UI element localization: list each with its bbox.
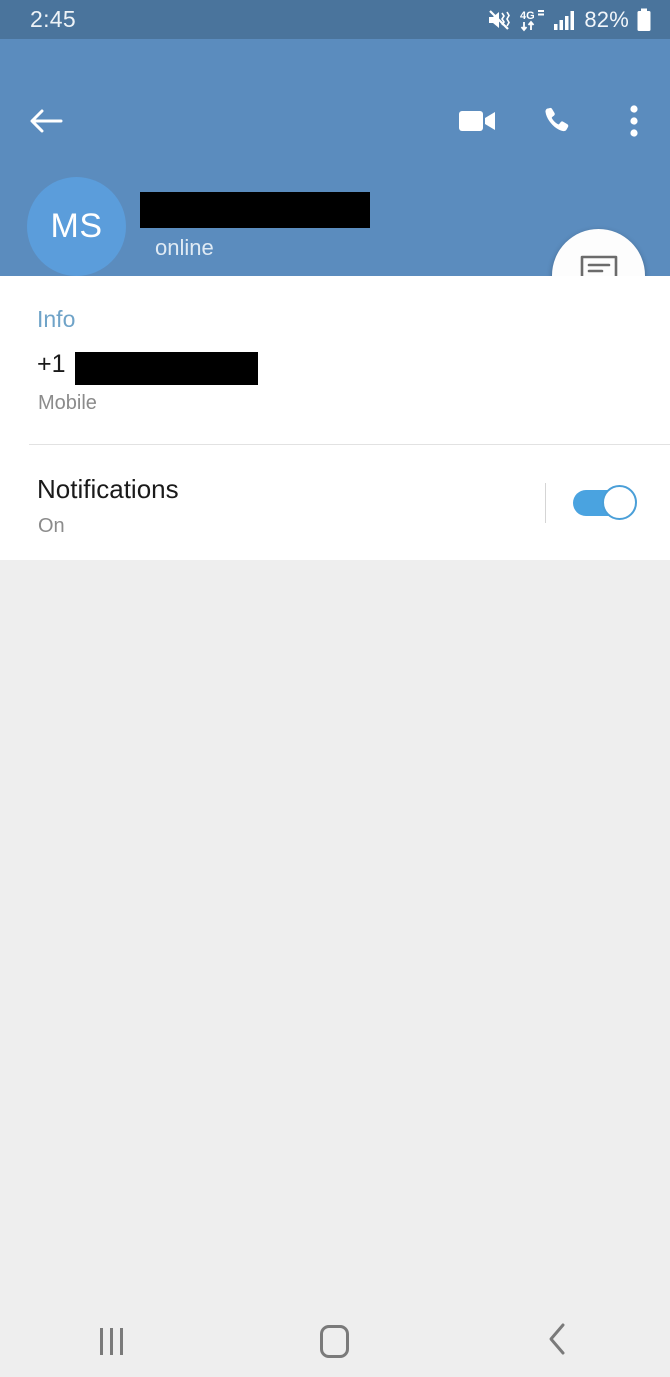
recents-icon [100,1327,124,1355]
mute-icon [487,9,513,31]
chevron-left-icon [546,1322,570,1361]
back-arrow-icon [29,106,63,141]
notifications-title: Notifications [37,474,179,504]
home-icon [320,1324,350,1358]
phone-screen: 2:45 4G 82% MS online Info +1 Mobile Not… [0,0,670,1377]
phone-country-prefix: +1 [37,350,66,378]
video-camera-icon [459,108,497,139]
info-card: Info +1 Mobile Notifications On [0,276,670,560]
status-bar-clock: 2:45 [30,6,76,32]
info-section-title: Info [37,306,76,332]
signal-bars-icon [553,9,577,31]
phone-handset-icon [541,106,571,141]
app-bar [0,39,670,137]
recents-button[interactable] [67,1311,157,1371]
home-button[interactable] [290,1311,380,1371]
contact-name-redaction [140,192,370,228]
phone-number-type-label: Mobile [38,392,97,414]
phone-number-redaction [75,352,258,385]
battery-icon [636,8,652,32]
notifications-state-label: On [38,515,65,537]
notifications-toggle[interactable] [573,485,637,521]
toggle-thumb [602,485,637,520]
4g-lte-data-icon: 4G [520,8,546,32]
android-nav-bar [0,1305,670,1377]
svg-text:4G: 4G [520,10,535,22]
avatar[interactable]: MS [27,177,126,276]
notifications-vertical-divider [545,483,546,523]
avatar-initials: MS [50,207,103,245]
phone-number-row[interactable]: +1 Mobile [0,338,670,432]
three-dot-menu-icon [629,104,639,143]
back-nav-button[interactable] [513,1311,603,1371]
presence-status-label: online [155,235,214,260]
battery-percent-label: 82% [584,6,629,32]
status-bar-indicators: 4G 82% [487,7,652,33]
status-bar: 2:45 4G 82% [0,0,670,39]
notifications-row[interactable]: Notifications On [0,445,670,560]
